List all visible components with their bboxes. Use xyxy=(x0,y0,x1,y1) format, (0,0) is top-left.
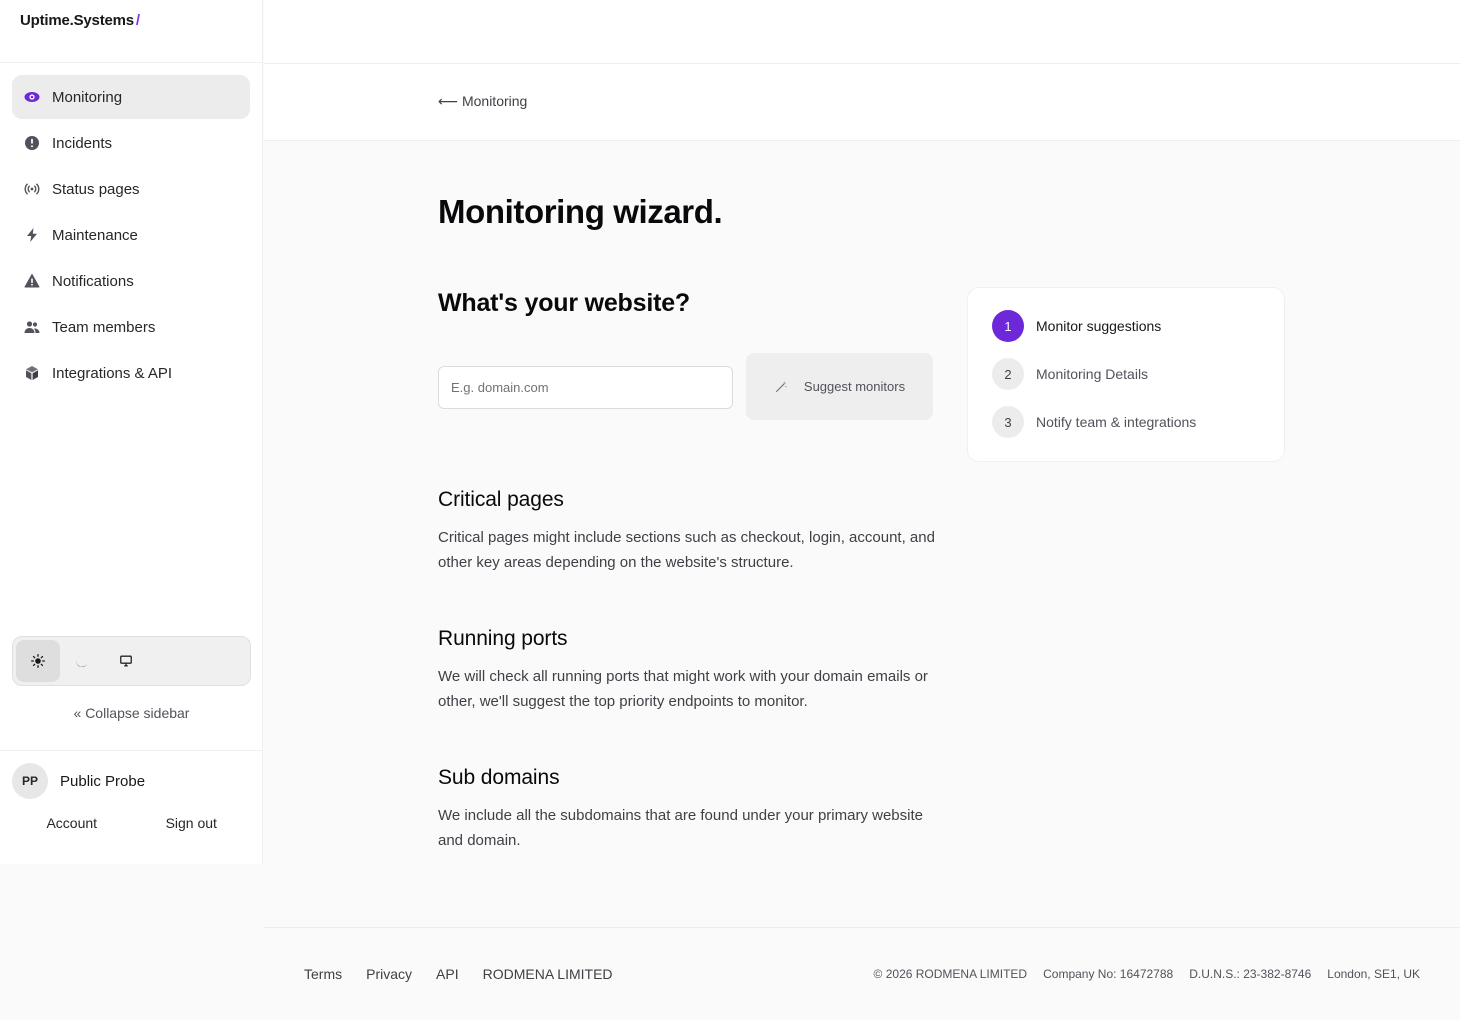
suggest-monitors-button[interactable]: Suggest monitors xyxy=(746,353,933,420)
sidebar-item-label: Status pages xyxy=(52,180,140,198)
section-text: We will check all running ports that mig… xyxy=(438,668,928,710)
bolt-icon xyxy=(24,227,40,243)
brand-logo[interactable]: Uptime.Systems / xyxy=(0,0,262,63)
cube-icon xyxy=(24,365,40,381)
user-name: Public Probe xyxy=(60,772,146,790)
duns-number: D.U.N.S.: 23-382-8746 xyxy=(1189,967,1312,981)
company-link[interactable]: RODMENA LIMITED xyxy=(483,966,613,982)
running-ports-section: Running ports We will check all running … xyxy=(438,627,938,714)
sidebar-item-label: Team members xyxy=(52,318,156,336)
copyright: © 2026 RODMENA LIMITED xyxy=(873,967,1028,981)
eye-icon xyxy=(24,89,40,105)
terms-link[interactable]: Terms xyxy=(304,966,342,982)
light-theme-button[interactable] xyxy=(16,640,60,682)
collapse-sidebar-button[interactable]: « Collapse sidebar xyxy=(0,705,263,721)
section-heading: Critical pages xyxy=(438,488,564,511)
user-links: Account Sign out xyxy=(12,815,251,831)
sidebar-item-notifications[interactable]: Notifications xyxy=(12,259,250,303)
section-text: Critical pages might include sections su… xyxy=(438,529,935,571)
account-link[interactable]: Account xyxy=(12,815,132,831)
sidebar: Uptime.Systems / Monitoring Incidents Sta… xyxy=(0,0,263,864)
step-monitoring-details[interactable]: 2 Monitoring Details xyxy=(992,358,1260,390)
back-to-monitoring-link[interactable]: ⟵ Monitoring xyxy=(438,93,527,110)
section-heading: Sub domains xyxy=(438,766,560,789)
website-question: What's your website? xyxy=(438,289,690,317)
section-heading: Running ports xyxy=(438,627,568,650)
sidebar-item-label: Incidents xyxy=(52,134,113,152)
user-profile[interactable]: PP Public Probe xyxy=(12,763,251,799)
sidebar-item-team-members[interactable]: Team members xyxy=(12,305,250,349)
sub-domains-section: Sub domains We include all the subdomain… xyxy=(438,766,938,853)
sidebar-item-integrations[interactable]: Integrations & API xyxy=(12,351,250,395)
brand-name: Uptime.Systems xyxy=(20,12,134,29)
alert-circle-icon xyxy=(24,135,40,151)
sidebar-item-status-pages[interactable]: Status pages xyxy=(12,167,250,211)
dark-theme-button[interactable] xyxy=(60,640,104,682)
sidebar-item-label: Integrations & API xyxy=(52,364,173,382)
sidebar-item-maintenance[interactable]: Maintenance xyxy=(12,213,250,257)
step-notify-team[interactable]: 3 Notify team & integrations xyxy=(992,406,1260,438)
critical-pages-section: Critical pages Critical pages might incl… xyxy=(438,488,938,575)
magic-wand-icon xyxy=(775,380,787,392)
theme-switcher xyxy=(12,636,251,686)
breadcrumb: ⟵ Monitoring xyxy=(264,64,1460,141)
step-number: 3 xyxy=(992,406,1024,438)
sun-icon xyxy=(31,654,45,668)
privacy-link[interactable]: Privacy xyxy=(366,966,412,982)
avatar: PP xyxy=(12,763,48,799)
sidebar-item-label: Maintenance xyxy=(52,226,138,244)
user-block: PP Public Probe Account Sign out xyxy=(0,750,263,831)
moon-icon xyxy=(76,655,88,668)
broadcast-icon xyxy=(24,181,40,197)
step-label: Notify team & integrations xyxy=(1036,414,1197,430)
top-bar xyxy=(264,0,1460,64)
sign-out-link[interactable]: Sign out xyxy=(132,815,252,831)
step-label: Monitor suggestions xyxy=(1036,318,1162,334)
step-label: Monitoring Details xyxy=(1036,366,1149,382)
sidebar-item-monitoring[interactable]: Monitoring xyxy=(12,75,250,119)
suggest-monitors-label: Suggest monitors xyxy=(803,379,906,394)
domain-input[interactable] xyxy=(438,366,733,409)
sidebar-item-label: Notifications xyxy=(52,272,134,290)
step-number: 2 xyxy=(992,358,1024,390)
sidebar-item-label: Monitoring xyxy=(52,88,123,106)
step-monitor-suggestions[interactable]: 1 Monitor suggestions xyxy=(992,310,1260,342)
api-link[interactable]: API xyxy=(436,966,459,982)
section-text: We include all the subdomains that are f… xyxy=(438,807,923,849)
system-theme-button[interactable] xyxy=(104,640,148,682)
footer-links: Terms Privacy API RODMENA LIMITED xyxy=(304,966,637,982)
page-title: Monitoring wizard. xyxy=(438,193,723,230)
footer-meta: © 2026 RODMENA LIMITED Company No: 16472… xyxy=(858,967,1420,981)
company-number: Company No: 16472788 xyxy=(1043,967,1174,981)
company-address: London, SE1, UK xyxy=(1327,967,1420,981)
footer: Terms Privacy API RODMENA LIMITED © 2026… xyxy=(264,927,1460,1020)
sidebar-item-incidents[interactable]: Incidents xyxy=(12,121,250,165)
step-number: 1 xyxy=(992,310,1024,342)
users-icon xyxy=(24,319,40,335)
brand-slash: / xyxy=(135,12,140,29)
wizard-steps: 1 Monitor suggestions 2 Monitoring Detai… xyxy=(967,287,1285,462)
warning-triangle-icon xyxy=(24,273,40,289)
monitor-icon xyxy=(120,655,132,667)
sidebar-nav: Monitoring Incidents Status pages Mainte… xyxy=(0,63,262,395)
